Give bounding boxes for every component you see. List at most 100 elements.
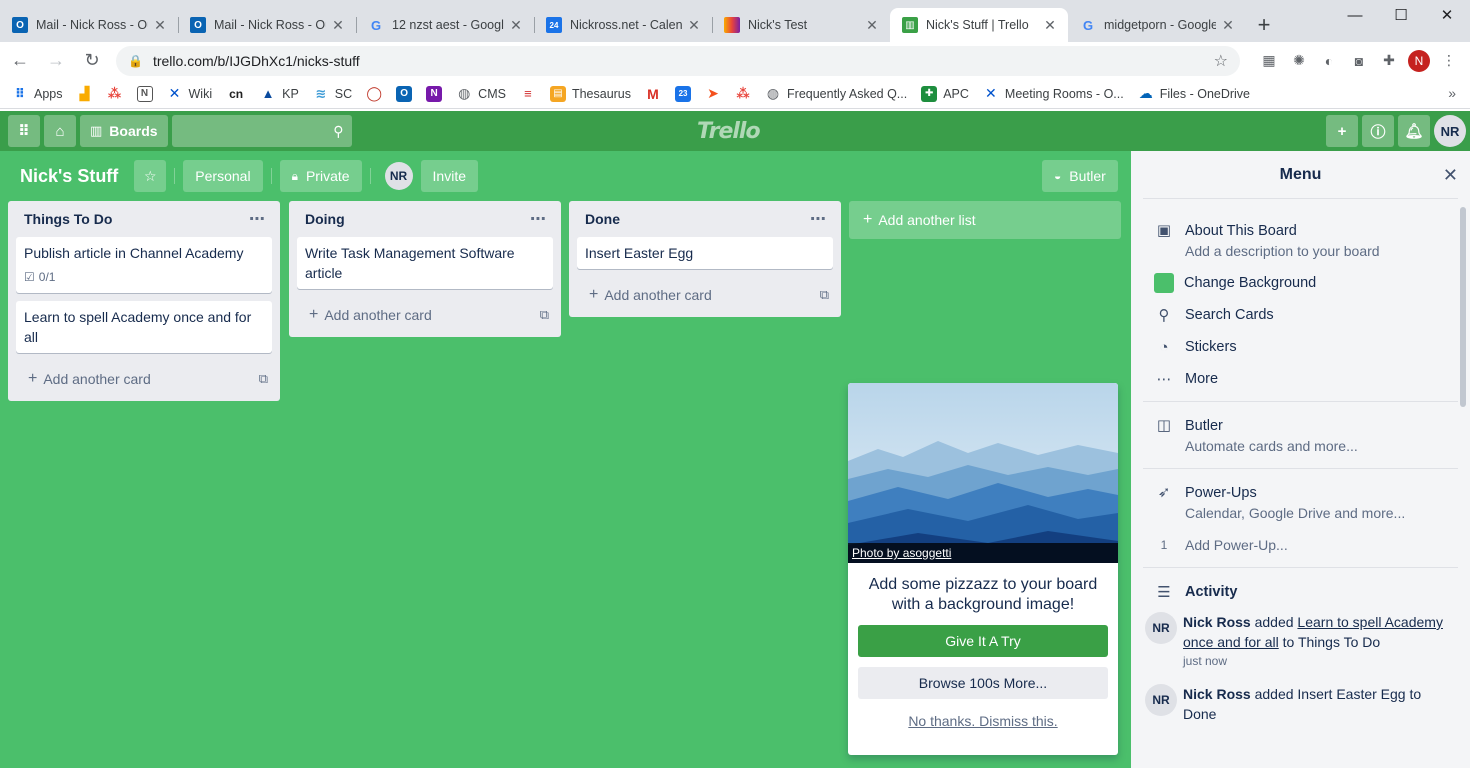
home-icon[interactable]: ⌂: [44, 115, 76, 147]
trello-search[interactable]: ⚲: [148, 115, 352, 147]
app-switcher-grid-icon[interactable]: ⠿: [8, 115, 40, 147]
close-tab-icon[interactable]: ✕: [864, 17, 880, 34]
browse-backgrounds-button[interactable]: Browse 100s More...: [858, 667, 1108, 699]
card-template-icon[interactable]: ⧉: [540, 307, 549, 323]
add-list-button[interactable]: + Add another list: [849, 201, 1121, 239]
list-menu-icon[interactable]: ⋯: [530, 209, 547, 229]
menu-scrollbar[interactable]: [1460, 207, 1466, 407]
menu-item-search-cards[interactable]: ⚲ Search Cards: [1131, 305, 1470, 325]
browser-tab[interactable]: 24 Nickross.net - Calend ✕: [534, 8, 712, 42]
notifications-bell-icon[interactable]: 🔔︎: [1398, 115, 1430, 147]
extension-grammarly-icon[interactable]: ◐: [1314, 46, 1344, 76]
browser-menu-icon[interactable]: ⋮: [1434, 46, 1464, 76]
privacy-button[interactable]: 🔒︎ Private: [279, 160, 362, 192]
bookmark-cn[interactable]: cn: [226, 86, 246, 102]
info-icon[interactable]: ⓘ: [1362, 115, 1394, 147]
menu-item-change-background[interactable]: Change Background: [1131, 273, 1470, 293]
card[interactable]: Insert Easter Egg: [577, 237, 833, 269]
create-plus-icon[interactable]: +: [1326, 115, 1358, 147]
activity-card-link[interactable]: Insert Easter Egg: [1297, 686, 1405, 702]
extension-icon[interactable]: ▦: [1254, 46, 1284, 76]
add-card-button[interactable]: + Add another card ⧉: [289, 297, 561, 333]
bookmark-sc[interactable]: ≋ SC: [313, 86, 352, 102]
bookmarks-overflow-icon[interactable]: »: [1448, 85, 1456, 101]
list-header[interactable]: Done ⋯: [569, 201, 841, 237]
butler-button[interactable]: ◒ Butler: [1042, 160, 1118, 192]
new-tab-button[interactable]: +: [1246, 8, 1282, 42]
dismiss-link[interactable]: No thanks. Dismiss this.: [848, 713, 1118, 729]
maximize-window-button[interactable]: ☐: [1378, 0, 1424, 30]
browser-tab[interactable]: O Mail - Nick Ross - Ou ✕: [0, 8, 178, 42]
member-avatar[interactable]: NR: [1145, 684, 1177, 716]
team-visibility-button[interactable]: Personal: [183, 160, 263, 192]
star-board-icon[interactable]: ☆: [134, 160, 167, 192]
forward-icon[interactable]: →: [40, 45, 72, 77]
list-header[interactable]: Doing ⋯: [289, 201, 561, 237]
bookmark-gmail[interactable]: M: [645, 86, 661, 102]
menu-item-power-ups[interactable]: ➶ Power-Ups Calendar, Google Drive and m…: [1131, 483, 1470, 523]
bookmark-star-icon[interactable]: ☆: [1214, 51, 1228, 71]
bookmark-ring[interactable]: ◯: [366, 85, 382, 102]
card[interactable]: Write Task Management Software article: [297, 237, 553, 289]
bookmark-dots[interactable]: ⁂: [107, 86, 123, 102]
invite-button[interactable]: Invite: [420, 160, 478, 192]
card[interactable]: Publish article in Channel Academy ☑ 0/1: [16, 237, 272, 293]
activity-user[interactable]: Nick Ross: [1183, 686, 1251, 702]
reload-icon[interactable]: ↻: [76, 45, 108, 77]
bookmark-onenote[interactable]: N: [426, 85, 443, 102]
browser-tab[interactable]: O Mail - Nick Ross - Ou ✕: [178, 8, 356, 42]
close-icon[interactable]: ✕: [1443, 165, 1458, 186]
bookmark-apc[interactable]: ✚ APC: [921, 85, 969, 102]
address-bar[interactable]: 🔒 trello.com/b/IJGDhXc1/nicks-stuff ☆: [116, 45, 1240, 76]
browser-tab[interactable]: G midgetporn - Google ✕: [1068, 8, 1246, 42]
list-header[interactable]: Things To Do ⋯: [8, 201, 280, 237]
card-template-icon[interactable]: ⧉: [820, 287, 829, 303]
user-avatar[interactable]: NR: [1434, 115, 1466, 147]
close-tab-icon[interactable]: ✕: [330, 17, 346, 34]
member-avatar[interactable]: NR: [1145, 612, 1177, 644]
close-window-button[interactable]: ✕: [1424, 0, 1470, 30]
trello-logo[interactable]: Trello: [697, 119, 761, 144]
bookmark-n[interactable]: N: [136, 85, 153, 102]
browser-tab-active[interactable]: ▥ Nick's Stuff | Trello ✕: [890, 8, 1068, 42]
bookmark-outlook[interactable]: O: [396, 85, 413, 102]
activity-user[interactable]: Nick Ross: [1183, 614, 1251, 630]
bookmark-wave[interactable]: ≡: [520, 86, 536, 102]
close-tab-icon[interactable]: ✕: [1042, 17, 1058, 34]
add-card-button[interactable]: + Add another card ⧉: [8, 361, 280, 397]
minimize-window-button[interactable]: —: [1332, 0, 1378, 30]
back-icon[interactable]: ←: [4, 45, 36, 77]
bookmark-onedrive[interactable]: ☁ Files - OneDrive: [1138, 85, 1250, 102]
profile-button[interactable]: N: [1404, 46, 1434, 76]
photo-credit-link[interactable]: Photo by asoggetti: [848, 543, 1118, 563]
extension-gear-icon[interactable]: ✺: [1284, 46, 1314, 76]
bookmark-apps[interactable]: ⠿ Apps: [12, 86, 63, 102]
camera-icon[interactable]: ◙: [1344, 46, 1374, 76]
trello-search-input[interactable]: [148, 123, 334, 139]
browser-tab[interactable]: Nick's Test ✕: [712, 8, 890, 42]
bookmark-dots-2[interactable]: ⁂: [735, 86, 751, 102]
bookmark-faq[interactable]: ◍ Frequently Asked Q...: [765, 85, 907, 102]
bookmark-thesaurus[interactable]: ▤ Thesaurus: [549, 85, 631, 102]
list-menu-icon[interactable]: ⋯: [810, 209, 827, 229]
menu-item-butler[interactable]: ◫ Butler Automate cards and more...: [1131, 416, 1470, 456]
menu-item-about-board[interactable]: ▣ About This Board Add a description to …: [1131, 221, 1470, 261]
close-tab-icon[interactable]: ✕: [508, 17, 524, 34]
list-menu-icon[interactable]: ⋯: [249, 209, 266, 229]
give-it-a-try-button[interactable]: Give It A Try: [858, 625, 1108, 657]
close-tab-icon[interactable]: ✕: [152, 17, 168, 34]
extensions-puzzle-icon[interactable]: ✚: [1374, 46, 1404, 76]
member-avatar[interactable]: NR: [384, 162, 413, 190]
card[interactable]: Learn to spell Academy once and for all: [16, 301, 272, 353]
add-card-button[interactable]: + Add another card ⧉: [569, 277, 841, 313]
bookmark-meeting-rooms[interactable]: ✕ Meeting Rooms - O...: [983, 85, 1124, 102]
close-tab-icon[interactable]: ✕: [686, 17, 702, 34]
browser-tab[interactable]: G 12 nzst aest - Google ✕: [356, 8, 534, 42]
bookmark-chart[interactable]: ▟: [77, 86, 93, 102]
bookmark-arrow[interactable]: ➤: [705, 85, 721, 102]
menu-item-stickers[interactable]: ◔ Stickers: [1131, 337, 1470, 357]
bookmark-kp[interactable]: ▲ KP: [260, 86, 299, 102]
close-tab-icon[interactable]: ✕: [1220, 17, 1236, 34]
board-title[interactable]: Nick's Stuff: [12, 166, 126, 187]
bookmark-wiki[interactable]: ✕ Wiki: [167, 85, 212, 102]
